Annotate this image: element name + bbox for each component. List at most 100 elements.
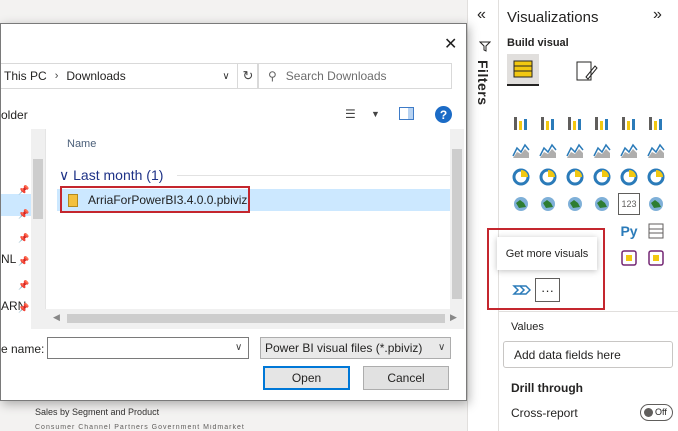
python-visual-icon[interactable]: Py — [618, 220, 640, 242]
map-icon[interactable] — [510, 193, 532, 215]
clustered-bar-glyph-icon — [568, 117, 581, 130]
preview-pane-icon[interactable] — [399, 107, 414, 120]
clustered-bar-icon[interactable] — [564, 112, 586, 134]
pin-icon: 📌 — [18, 233, 30, 243]
address-dropdown-icon[interactable]: ∨ — [214, 63, 238, 89]
100-column-glyph-icon — [649, 117, 662, 130]
values-label: Values — [511, 321, 544, 333]
shape-map-icon[interactable] — [564, 193, 586, 215]
build-visual-tab[interactable] — [507, 54, 539, 86]
kpi-icon[interactable] — [645, 193, 667, 215]
100-bar-icon[interactable] — [618, 112, 640, 134]
more-visuals-button[interactable]: ··· — [535, 278, 560, 302]
stacked-bar-glyph-icon — [514, 117, 527, 130]
vertical-scrollbar-thumb[interactable] — [452, 149, 462, 299]
chevron-down-icon: ∨ — [59, 167, 70, 183]
filters-label[interactable]: Filters — [475, 60, 491, 106]
file-open-dialog: ✕ This PC › Downloads ∨ ↻ ⚲ Search Downl… — [0, 23, 467, 401]
card-icon[interactable]: 123 — [618, 193, 640, 215]
ribbon-chart-icon[interactable] — [645, 139, 667, 161]
highlight-box-file — [60, 186, 250, 213]
line-column-glyph-icon — [593, 143, 611, 158]
waterfall-icon[interactable] — [510, 166, 532, 188]
open-button[interactable]: Open — [263, 366, 350, 390]
donut-chart-icon[interactable] — [618, 166, 640, 188]
stacked-column-icon[interactable] — [537, 112, 559, 134]
nav-item[interactable]: 📌 — [1, 229, 31, 251]
shape-map-glyph-icon — [568, 197, 582, 211]
expand-icon[interactable]: » — [653, 6, 662, 24]
pin-icon: 📌 — [18, 256, 30, 266]
stacked-area-icon[interactable] — [564, 139, 586, 161]
breadcrumb-downloads[interactable]: Downloads — [66, 69, 125, 83]
scatter-icon[interactable] — [564, 166, 586, 188]
clustered-column-icon[interactable] — [591, 112, 613, 134]
100-column-icon[interactable] — [645, 112, 667, 134]
pane-divider[interactable] — [45, 129, 46, 329]
breadcrumb-this-pc[interactable]: This PC — [4, 69, 47, 83]
file-name-input[interactable] — [47, 337, 249, 359]
group-header-last-month[interactable]: ∨ Last month (1) — [59, 167, 163, 184]
pie-chart-icon[interactable] — [591, 166, 613, 188]
filled-map-icon[interactable] — [537, 193, 559, 215]
area-chart-icon[interactable] — [537, 139, 559, 161]
format-visual-tab[interactable] — [572, 57, 600, 85]
file-type-select[interactable]: Power BI visual files (*.pbiviz) — [260, 337, 451, 359]
filters-pane-collapsed[interactable]: « Filters — [467, 0, 499, 431]
donut-chart-glyph-icon — [620, 168, 638, 186]
nav-item[interactable]: 📌 — [1, 181, 31, 203]
help-button[interactable]: ? — [435, 106, 452, 123]
stacked-bar-icon[interactable] — [510, 112, 532, 134]
cancel-button[interactable]: Cancel — [363, 366, 449, 390]
map-glyph-icon — [514, 197, 528, 211]
drill-through-title: Drill through — [511, 381, 583, 395]
line-clustered-icon[interactable] — [618, 139, 640, 161]
file-name-label: e name: — [1, 342, 45, 356]
search-icon: ⚲ — [268, 69, 277, 83]
funnel-icon[interactable] — [537, 166, 559, 188]
breadcrumb-separator-icon[interactable]: › — [55, 70, 59, 82]
view-options-icon[interactable]: ☰ — [345, 107, 356, 121]
nav-item[interactable]: 📌 — [1, 276, 31, 298]
stacked-area-glyph-icon — [566, 143, 584, 158]
nav-item-nl[interactable]: NL 📌 — [1, 252, 31, 274]
horizontal-scrollbar-thumb[interactable] — [67, 314, 445, 323]
pin-icon: 📌 — [18, 209, 30, 219]
scroll-right-icon[interactable]: ▶ — [450, 312, 457, 323]
cross-report-toggle[interactable]: Off — [640, 404, 673, 421]
collapse-icon[interactable]: « — [477, 6, 486, 24]
filter-icon — [478, 40, 492, 55]
scatter-glyph-icon — [566, 168, 584, 186]
pie-chart-glyph-icon — [593, 168, 611, 186]
line-column-icon[interactable] — [591, 139, 613, 161]
power-apps-icon[interactable] — [618, 247, 640, 269]
filled-map-glyph-icon — [541, 197, 555, 211]
chevron-down-icon[interactable]: ∨ — [438, 342, 445, 353]
close-icon[interactable]: ✕ — [444, 34, 457, 54]
power-automate-icon[interactable] — [645, 247, 667, 269]
key-influencers-icon[interactable] — [645, 220, 667, 242]
values-drop-field[interactable]: Add data fields here — [503, 341, 673, 368]
search-input[interactable]: ⚲ Search Downloads — [257, 63, 452, 89]
scroll-left-icon[interactable]: ◀ — [53, 312, 60, 323]
new-folder-button[interactable]: older — [1, 108, 28, 122]
nav-scrollbar-thumb[interactable] — [33, 159, 43, 219]
format-brush-icon — [576, 61, 598, 81]
treemap-icon[interactable] — [645, 166, 667, 188]
key-influencers-glyph-icon — [648, 223, 664, 239]
gauge-glyph-icon — [595, 197, 609, 211]
line-chart-glyph-icon — [512, 143, 530, 158]
build-visual-label: Build visual — [507, 37, 569, 49]
chevron-down-icon[interactable]: ∨ — [235, 342, 242, 353]
cross-report-label: Cross-report — [511, 406, 578, 420]
nav-item[interactable]: 📌 — [1, 205, 31, 227]
gauge-icon[interactable] — [591, 193, 613, 215]
chevron-down-icon[interactable]: ▼ — [371, 109, 380, 119]
column-header-name[interactable]: Name — [67, 138, 96, 150]
nav-item-arn[interactable]: ARN 📌 — [1, 299, 31, 321]
address-bar[interactable]: This PC › Downloads — [1, 63, 238, 89]
line-chart-icon[interactable] — [510, 139, 532, 161]
clustered-column-glyph-icon — [595, 117, 608, 130]
arria-visual-icon[interactable] — [510, 279, 532, 301]
refresh-button[interactable]: ↻ — [238, 63, 259, 89]
